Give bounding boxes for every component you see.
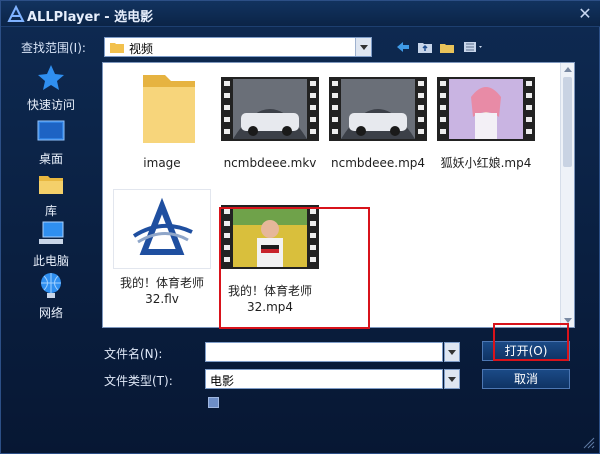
file-name: ncmbdeee.mp4 bbox=[330, 156, 426, 170]
chevron-down-icon[interactable] bbox=[355, 38, 371, 56]
file-name: 我的！体育老师 32.flv bbox=[108, 275, 216, 307]
video-thumbnail-icon bbox=[221, 77, 319, 141]
title-bar: ALLPlayer - 选电影 ✕ bbox=[1, 1, 600, 27]
look-in-combo[interactable]: 视频 bbox=[104, 37, 372, 57]
filetype-label: 文件类型(T): bbox=[104, 374, 173, 388]
filename-label: 文件名(N): bbox=[104, 347, 163, 361]
file-item-video[interactable]: 狐妖小红娘.mp4 bbox=[432, 69, 540, 171]
sidebar-item-label: 桌面 bbox=[38, 152, 63, 166]
allplayer-logo-icon bbox=[7, 5, 25, 22]
filetype-select[interactable]: 电影 bbox=[205, 369, 443, 389]
folder-icon bbox=[143, 75, 195, 143]
sidebar-item-label: 网络 bbox=[38, 306, 63, 320]
file-item-video[interactable]: ncmbdeee.mkv bbox=[216, 69, 324, 171]
network-icon bbox=[41, 273, 61, 298]
chevron-down-icon[interactable] bbox=[444, 369, 460, 389]
desktop-icon bbox=[37, 120, 65, 141]
sidebar-item-this-pc[interactable]: 此电脑 bbox=[15, 219, 87, 269]
file-name: ncmbdeee.mkv bbox=[223, 156, 317, 170]
star-icon bbox=[38, 65, 64, 90]
window-title: ALLPlayer - 选电影 bbox=[27, 10, 154, 25]
cancel-button[interactable]: 取消 bbox=[482, 369, 570, 389]
file-name-line1: 我的！体育老师 bbox=[119, 276, 204, 290]
computer-icon bbox=[39, 221, 64, 244]
file-item-video[interactable]: ncmbdeee.mp4 bbox=[324, 69, 432, 171]
view-menu-icon[interactable] bbox=[462, 38, 486, 56]
file-name-line2: 32.flv bbox=[145, 292, 179, 306]
sidebar-item-label: 快速访问 bbox=[26, 98, 75, 112]
video-thumbnail-icon bbox=[329, 77, 427, 141]
readonly-checkbox[interactable] bbox=[208, 397, 219, 408]
allplayer-file-icon bbox=[132, 197, 193, 255]
file-name: 狐妖小红娘.mp4 bbox=[440, 156, 532, 170]
chevron-down-icon[interactable] bbox=[444, 342, 460, 362]
file-item-folder[interactable]: image bbox=[108, 69, 216, 171]
open-file-dialog: ALLPlayer - 选电影 ✕ 查找范围(I): 视频 快速访问 桌面 库 … bbox=[0, 0, 600, 454]
selected-file-highlight bbox=[219, 207, 370, 329]
sidebar-item-label: 库 bbox=[44, 204, 57, 218]
sidebar-item-network[interactable]: 网络 bbox=[15, 271, 87, 321]
vertical-scrollbar[interactable] bbox=[560, 63, 574, 327]
close-icon: ✕ bbox=[578, 4, 592, 23]
filename-input[interactable] bbox=[205, 342, 443, 362]
video-thumbnail-icon bbox=[437, 77, 535, 141]
sidebar-item-library[interactable]: 库 bbox=[15, 169, 87, 219]
resize-grip-icon[interactable] bbox=[583, 437, 595, 449]
up-folder-icon[interactable] bbox=[416, 38, 434, 56]
scroll-up-icon[interactable] bbox=[564, 67, 572, 72]
scroll-thumb[interactable] bbox=[563, 77, 572, 167]
sidebar-item-label: 此电脑 bbox=[32, 254, 69, 268]
back-arrow-icon[interactable] bbox=[394, 38, 412, 56]
new-folder-icon[interactable] bbox=[438, 38, 456, 56]
library-icon bbox=[39, 176, 63, 194]
open-button-highlight bbox=[493, 323, 569, 361]
sidebar-item-desktop[interactable]: 桌面 bbox=[15, 117, 87, 167]
look-in-label: 查找范围(I): bbox=[21, 41, 86, 55]
current-folder-text: 视频 bbox=[129, 42, 154, 56]
file-item-flv[interactable]: 我的！体育老师 32.flv bbox=[108, 189, 216, 307]
close-button[interactable]: ✕ bbox=[575, 4, 595, 24]
file-name: image bbox=[143, 156, 181, 170]
folder-icon bbox=[110, 43, 124, 53]
sidebar-item-quick-access[interactable]: 快速访问 bbox=[15, 63, 87, 113]
